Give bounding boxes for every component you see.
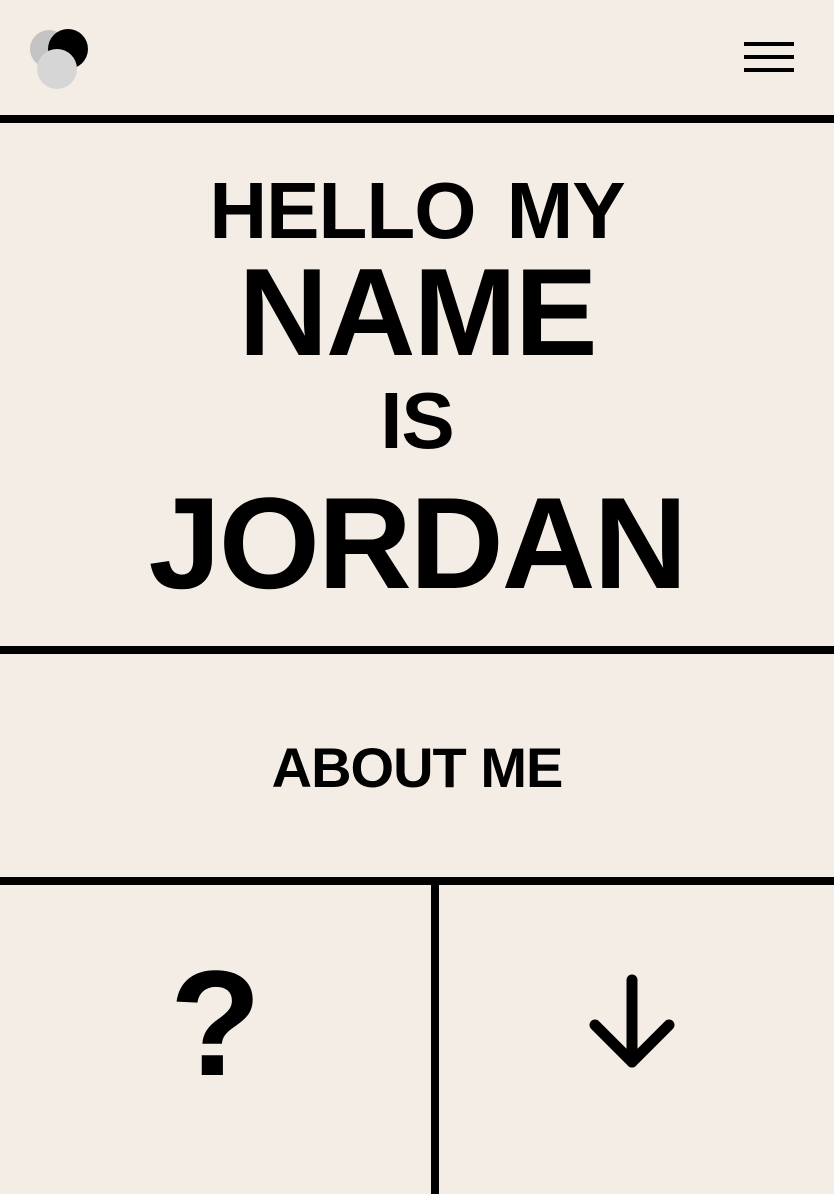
about-me-label: ABOUT ME [271,735,564,799]
divider-vertical [431,877,439,1194]
hero-intro: HELLO MY NAME IS JORDAN [0,123,834,646]
question-button[interactable]: ? [0,885,431,1194]
divider-top [0,115,834,123]
hero-greeting: HELLO MY [209,166,625,255]
arrow-down-icon [589,974,674,1067]
logo-icon[interactable] [28,28,90,90]
hero-person-name: JORDAN [148,470,688,616]
scroll-down-button[interactable] [439,885,834,1194]
about-me-link[interactable]: ABOUT ME [0,654,834,877]
site-header [0,0,834,115]
hamburger-menu-icon[interactable] [742,40,796,76]
hero-name-word: NAME [238,244,597,382]
divider-middle [0,646,834,654]
divider-bottom [0,877,834,885]
hero-is-word: IS [380,376,455,465]
question-mark-icon: ? [169,938,262,1107]
